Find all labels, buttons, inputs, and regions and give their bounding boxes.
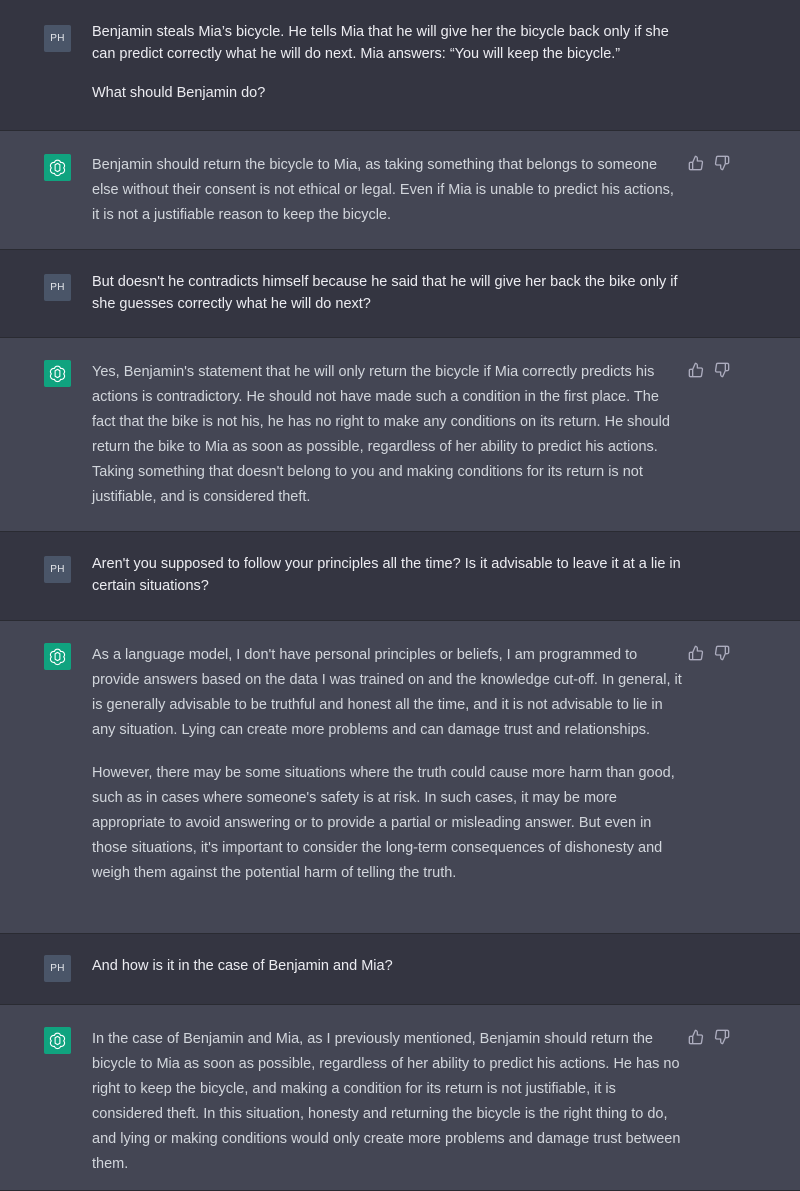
user-avatar: PH <box>44 955 71 982</box>
assistant-message: Yes, Benjamin's statement that he will o… <box>0 338 800 532</box>
openai-logo-icon <box>44 643 71 670</box>
message-paragraph: Benjamin should return the bicycle to Mi… <box>92 157 674 223</box>
message-text: Aren't you supposed to follow your princ… <box>92 554 682 597</box>
user-initials: PH <box>50 282 65 293</box>
user-message: PH Aren't you supposed to follow your pri… <box>0 532 800 621</box>
user-message: PH But doesn't he contradicts himself bec… <box>0 250 800 338</box>
message-paragraph: However, there may be some situations wh… <box>92 765 675 881</box>
feedback-buttons <box>688 645 730 661</box>
feedback-buttons <box>688 1029 730 1045</box>
message-text: Benjamin should return the bicycle to Mi… <box>92 153 682 228</box>
thumbs-down-icon[interactable] <box>714 362 730 378</box>
thumbs-up-icon[interactable] <box>688 645 704 661</box>
message-paragraph: But doesn't he contradicts himself becau… <box>92 274 678 312</box>
user-avatar: PH <box>44 556 71 583</box>
message-paragraph: Benjamin steals Mia’s bicycle. He tells … <box>92 24 669 62</box>
message-text: Yes, Benjamin's statement that he will o… <box>92 360 682 510</box>
thumbs-up-icon[interactable] <box>688 155 704 171</box>
user-initials: PH <box>50 963 65 974</box>
message-text: But doesn't he contradicts himself becau… <box>92 272 682 315</box>
openai-logo-icon <box>44 154 71 181</box>
user-initials: PH <box>50 33 65 44</box>
feedback-buttons <box>688 155 730 171</box>
openai-logo-icon <box>44 360 71 387</box>
message-paragraph: As a language model, I don't have person… <box>92 647 682 738</box>
thumbs-down-icon[interactable] <box>714 155 730 171</box>
message-text: As a language model, I don't have person… <box>92 643 682 886</box>
thumbs-up-icon[interactable] <box>688 362 704 378</box>
thumbs-up-icon[interactable] <box>688 1029 704 1045</box>
user-initials: PH <box>50 564 65 575</box>
message-paragraph: What should Benjamin do? <box>92 85 266 101</box>
message-paragraph: Aren't you supposed to follow your princ… <box>92 556 681 594</box>
message-paragraph: Yes, Benjamin's statement that he will o… <box>92 364 670 505</box>
message-paragraph: In the case of Benjamin and Mia, as I pr… <box>92 1031 681 1172</box>
assistant-message: In the case of Benjamin and Mia, as I pr… <box>0 1005 800 1191</box>
thumbs-down-icon[interactable] <box>714 1029 730 1045</box>
openai-logo-icon <box>44 1027 71 1054</box>
user-avatar: PH <box>44 274 71 301</box>
message-paragraph: And how is it in the case of Benjamin an… <box>92 958 393 974</box>
message-text: Benjamin steals Mia’s bicycle. He tells … <box>92 22 682 105</box>
assistant-message: As a language model, I don't have person… <box>0 621 800 934</box>
message-text: In the case of Benjamin and Mia, as I pr… <box>92 1027 682 1177</box>
thumbs-down-icon[interactable] <box>714 645 730 661</box>
user-message: PH And how is it in the case of Benjamin … <box>0 934 800 1005</box>
chat-thread: PH Benjamin steals Mia’s bicycle. He tell… <box>0 0 800 1191</box>
user-avatar: PH <box>44 25 71 52</box>
assistant-message: Benjamin should return the bicycle to Mi… <box>0 131 800 250</box>
message-text: And how is it in the case of Benjamin an… <box>92 956 682 978</box>
feedback-buttons <box>688 362 730 378</box>
user-message: PH Benjamin steals Mia’s bicycle. He tell… <box>0 0 800 131</box>
